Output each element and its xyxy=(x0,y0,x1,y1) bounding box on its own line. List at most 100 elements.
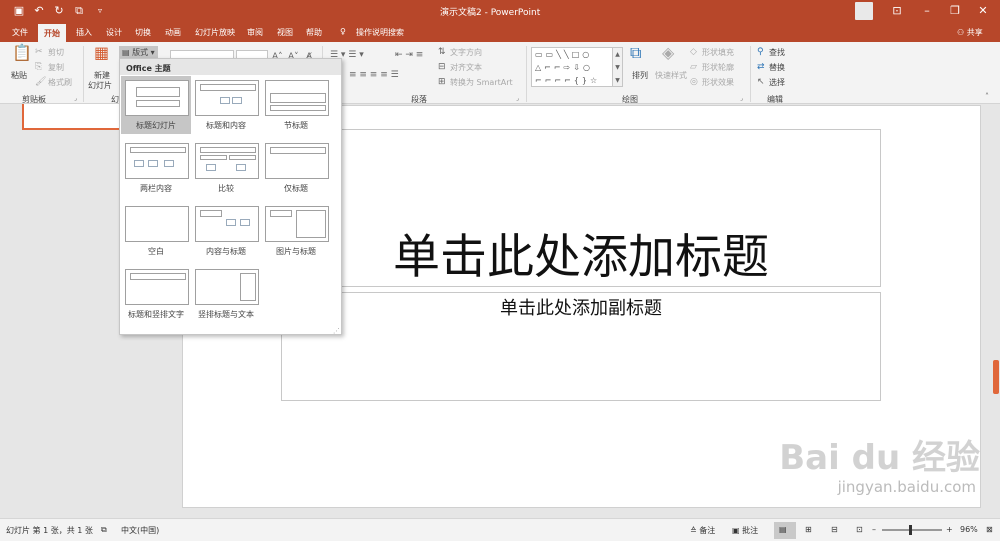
shape-fill-icon: ◇ xyxy=(690,47,697,57)
notes-button[interactable]: ≙ 备注 xyxy=(690,525,715,536)
quick-styles-icon[interactable]: ◈ xyxy=(662,45,674,61)
tab-home[interactable]: 开始 xyxy=(38,24,66,42)
smartart-button[interactable]: 转换为 SmartArt xyxy=(450,77,513,88)
clipboard-launcher-icon[interactable]: ⌟ xyxy=(74,94,77,104)
paste-icon[interactable]: 📋 xyxy=(12,45,32,61)
layout-gallery: Office 主题 标题幻灯片 标题和内容 节标题 两栏内容 比较 仅标题 空白… xyxy=(119,58,342,335)
zoom-level[interactable]: 96% xyxy=(960,525,978,534)
copy-button[interactable]: 复制 xyxy=(48,62,64,73)
smartart-icon[interactable]: ⊞ xyxy=(438,77,446,87)
resize-grip-icon[interactable]: ⋰ xyxy=(333,327,340,335)
shape-outline-button[interactable]: 形状轮廓 xyxy=(702,62,734,73)
find-button[interactable]: 查找 xyxy=(769,47,785,58)
redo-icon[interactable]: ↻ xyxy=(52,4,66,18)
drawing-launcher-icon[interactable]: ⌟ xyxy=(740,94,743,104)
arrange-button[interactable]: 排列 xyxy=(632,70,648,81)
tell-me-search[interactable]: 操作说明搜索 xyxy=(356,27,404,38)
fit-slide-icon[interactable]: ⊠ xyxy=(986,525,993,534)
normal-view-icon[interactable]: ▤ xyxy=(779,525,787,534)
align-text-icon[interactable]: ⊟ xyxy=(438,62,446,72)
scrollbar-thumb[interactable] xyxy=(993,360,999,394)
text-direction-icon[interactable]: ⇅ xyxy=(438,47,446,57)
new-slide-label2[interactable]: 幻灯片 xyxy=(88,80,112,91)
comments-label: 批注 xyxy=(742,526,759,535)
quick-styles-button[interactable]: 快速样式 xyxy=(655,70,687,81)
window-title: 演示文稿2 - PowerPoint xyxy=(440,8,541,18)
layout-title-only[interactable]: 仅标题 xyxy=(261,139,331,197)
tab-design[interactable]: 设计 xyxy=(106,27,122,38)
watermark-logo: Bai du 经验 xyxy=(779,438,980,478)
select-button[interactable]: 选择 xyxy=(769,77,785,88)
language-indicator[interactable]: 中文(中国) xyxy=(121,525,159,536)
collapse-ribbon-icon[interactable]: ˄ xyxy=(985,92,989,101)
layout-picture-caption[interactable]: 图片与标题 xyxy=(261,202,331,260)
title-placeholder-text[interactable]: 单击此处添加标题 xyxy=(281,218,881,287)
layout-blank[interactable]: 空白 xyxy=(121,202,191,260)
shapes-gallery-scroll[interactable]: ▲ ▼ ▼ xyxy=(612,47,623,87)
tab-transitions[interactable]: 切换 xyxy=(135,27,151,38)
vertical-scrollbar[interactable] xyxy=(990,104,1000,518)
find-icon: ⚲ xyxy=(757,47,764,57)
subtitle-placeholder-text[interactable]: 单击此处添加副标题 xyxy=(281,294,881,320)
shape-effects-icon: ◎ xyxy=(690,77,698,87)
zoom-in-icon[interactable]: + xyxy=(946,525,953,534)
divider xyxy=(750,46,751,102)
slide-sorter-icon[interactable]: ⊞ xyxy=(805,525,812,534)
reading-view-icon[interactable]: ⊟ xyxy=(831,525,838,534)
copy-icon: ⎘ xyxy=(35,62,43,72)
layout-title-vertical-text[interactable]: 标题和竖排文字 xyxy=(121,265,191,323)
maximize-icon[interactable]: ❐ xyxy=(948,4,962,18)
layout-title-slide[interactable]: 标题幻灯片 xyxy=(121,76,191,134)
avatar[interactable] xyxy=(855,2,873,20)
layout-content-caption[interactable]: 内容与标题 xyxy=(191,202,261,260)
paste-button[interactable]: 粘贴 xyxy=(11,70,27,81)
spellcheck-icon[interactable]: ⧉ xyxy=(101,525,107,535)
close-icon[interactable]: ✕ xyxy=(976,4,990,18)
replace-button[interactable]: 替换 xyxy=(769,62,785,73)
share-label: 共享 xyxy=(966,28,983,37)
shapes-gallery[interactable]: ▭▭╲╲□○ △⌐⌐⇨⇩○ ⌐⌐⌐⌐{}☆ xyxy=(531,47,613,87)
format-painter-button[interactable]: 格式刷 xyxy=(48,77,72,88)
cut-icon: ✂ xyxy=(35,47,43,57)
align-text-button[interactable]: 对齐文本 xyxy=(450,62,482,73)
save-icon[interactable]: ▣ xyxy=(12,4,26,18)
tab-animations[interactable]: 动画 xyxy=(165,27,181,38)
zoom-out-icon[interactable]: – xyxy=(872,525,876,534)
format-painter-icon: 🖌 xyxy=(35,77,47,87)
tab-review[interactable]: 审阅 xyxy=(247,27,263,38)
layout-comparison[interactable]: 比较 xyxy=(191,139,261,197)
undo-icon[interactable]: ↶ xyxy=(32,4,46,18)
divider xyxy=(83,46,84,102)
tab-insert[interactable]: 插入 xyxy=(76,27,92,38)
tab-file[interactable]: 文件 xyxy=(12,27,28,38)
indent-icon[interactable]: ⇤ ⇥ ≡ xyxy=(395,50,423,60)
layout-section-header[interactable]: 节标题 xyxy=(261,76,331,134)
minimize-icon[interactable]: – xyxy=(920,4,934,18)
shape-fill-button[interactable]: 形状填充 xyxy=(702,47,734,58)
new-slide-icon[interactable]: ▦ xyxy=(94,45,109,61)
slideshow-view-icon[interactable]: ⊡ xyxy=(856,525,863,534)
lightbulb-icon: ♀ xyxy=(340,27,346,36)
tab-slideshow[interactable]: 幻灯片放映 xyxy=(195,27,235,38)
layout-two-content[interactable]: 两栏内容 xyxy=(121,139,191,197)
text-direction-button[interactable]: 文字方向 xyxy=(450,47,482,58)
align-icons[interactable]: ≡ ≡ ≡ ≡ ☰ xyxy=(349,70,399,80)
tab-help[interactable]: 帮助 xyxy=(306,27,322,38)
layout-vertical-title-text[interactable]: 竖排标题与文本 xyxy=(191,265,261,323)
layout-title-content[interactable]: 标题和内容 xyxy=(191,76,261,134)
slide-counter: 幻灯片 第 1 张，共 1 张 xyxy=(6,526,93,535)
tab-view[interactable]: 视图 xyxy=(277,27,293,38)
comments-button[interactable]: ▣ 批注 xyxy=(732,525,758,536)
zoom-slider[interactable] xyxy=(882,529,942,531)
shape-effects-button[interactable]: 形状效果 xyxy=(702,77,734,88)
ribbon-display-icon[interactable]: ⊡ xyxy=(890,4,904,18)
paragraph-launcher-icon[interactable]: ⌟ xyxy=(516,94,519,104)
cut-button[interactable]: 剪切 xyxy=(48,47,64,58)
slideshow-icon[interactable]: ⧉ xyxy=(72,4,86,18)
share-button[interactable]: ⚇ 共享 xyxy=(957,27,983,38)
arrange-icon[interactable]: ⧉ xyxy=(630,45,641,61)
zoom-slider-thumb[interactable] xyxy=(909,525,912,535)
ribbon-tabs: 文件 开始 插入 设计 切换 动画 幻灯片放映 审阅 视图 帮助 ♀ 操作说明搜… xyxy=(0,22,1000,42)
select-icon: ↖ xyxy=(757,77,765,87)
customize-qat-icon[interactable]: ▿ xyxy=(94,4,106,18)
